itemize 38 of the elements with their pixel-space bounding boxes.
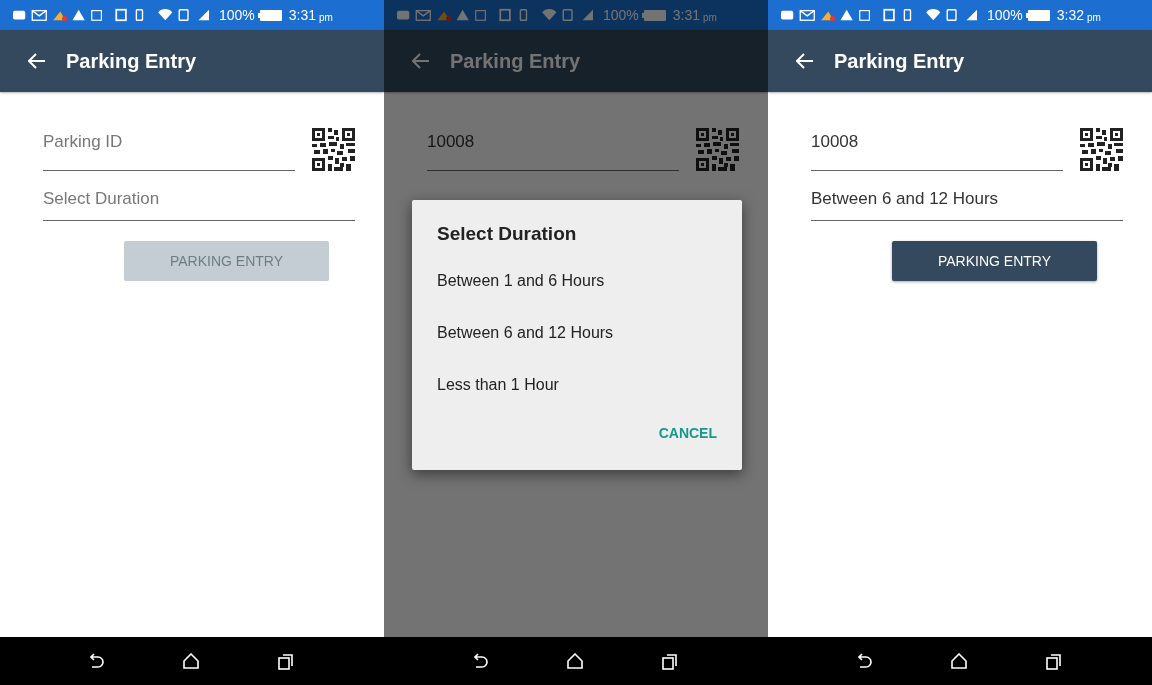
duration-option[interactable]: Between 1 and 6 Hours [437, 264, 605, 297]
duration-option[interactable]: Between 6 and 12 Hours [437, 316, 614, 349]
back-arrow-icon[interactable] [796, 53, 814, 69]
clock-period: pm [1087, 11, 1101, 23]
screen-title: Parking Entry [66, 49, 197, 73]
back-icon[interactable] [473, 653, 488, 669]
parking-id-field[interactable]: 10008 [811, 125, 1063, 171]
qr-code-icon[interactable] [312, 128, 355, 171]
clock-time: 3:31 [672, 7, 701, 23]
clock-period: pm [319, 11, 333, 23]
screen-title: Parking Entry [450, 49, 581, 73]
recent-apps-icon[interactable] [662, 652, 679, 670]
clock-time: 3:31 [288, 7, 317, 23]
clock-period: pm [703, 11, 717, 23]
dialog-title: Select Duration [437, 223, 577, 245]
battery-icon [257, 9, 282, 21]
duration-field[interactable]: Between 6 and 12 Hours [811, 185, 1123, 221]
clock-time: 3:32 [1056, 7, 1085, 23]
battery-icon [1025, 9, 1050, 21]
qr-code-icon[interactable] [1080, 128, 1123, 171]
parking-entry-button[interactable]: PARKING ENTRY [892, 241, 1097, 281]
battery-percentage: 100% [987, 7, 1023, 23]
back-arrow-icon[interactable] [28, 53, 46, 69]
home-icon[interactable] [567, 653, 583, 669]
back-icon[interactable] [89, 653, 104, 669]
home-icon[interactable] [951, 653, 967, 669]
battery-percentage: 100% [603, 7, 639, 23]
recent-apps-icon[interactable] [278, 652, 295, 670]
parking-id-field[interactable]: 10008 [427, 125, 679, 171]
recent-apps-icon[interactable] [1046, 652, 1063, 670]
battery-percentage: 100% [219, 7, 255, 23]
screen-title: Parking Entry [834, 49, 965, 73]
back-icon[interactable] [857, 653, 872, 669]
duration-option[interactable]: Less than 1 Hour [437, 368, 559, 401]
home-icon[interactable] [183, 653, 199, 669]
duration-field[interactable]: Select Duration [43, 185, 355, 221]
parking-id-field[interactable]: Parking ID [43, 125, 295, 171]
battery-icon [641, 9, 666, 21]
